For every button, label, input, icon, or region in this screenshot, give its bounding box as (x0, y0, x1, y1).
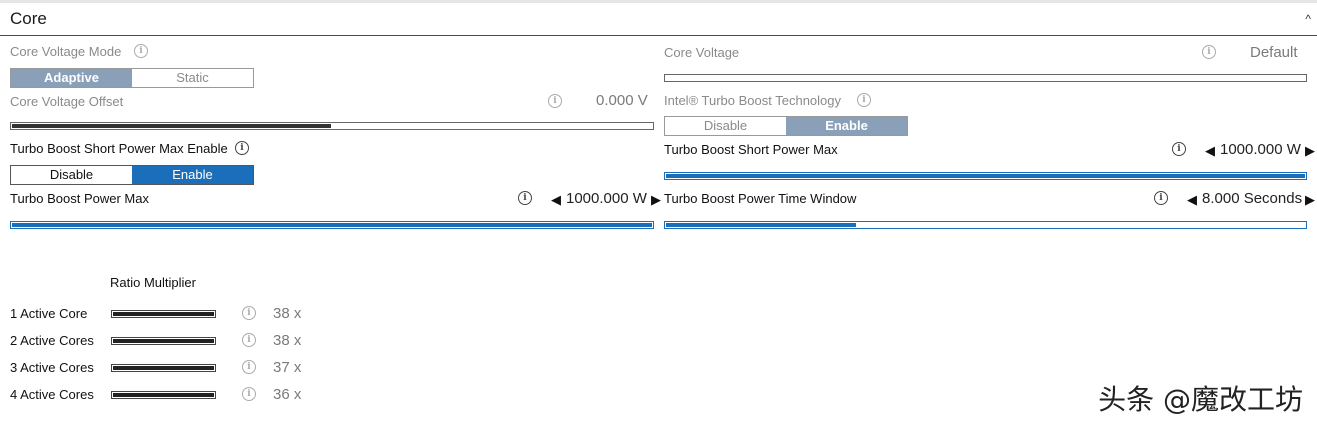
option-disable[interactable]: Disable (11, 166, 132, 184)
ratio-row-value: 37 x (273, 359, 302, 376)
triangle-left-icon[interactable]: ◀ (551, 192, 561, 208)
info-icon[interactable]: i (857, 93, 871, 107)
ratio-row-value: 38 x (273, 332, 302, 349)
core-voltage-offset-value: 0.000 V (596, 92, 648, 109)
tb-short-power-max-value: 1000.000 W (1220, 141, 1301, 158)
triangle-right-icon[interactable]: ▶ (1305, 143, 1315, 159)
slider-fill (113, 312, 214, 316)
option-enable[interactable]: Enable (786, 117, 907, 135)
turbo-boost-tech-toggle[interactable]: Disable Enable (664, 116, 908, 136)
ratio-row-value: 38 x (273, 305, 302, 322)
section-title: Core (10, 9, 47, 28)
info-icon[interactable]: i (134, 44, 148, 58)
option-disable[interactable]: Disable (665, 117, 786, 135)
section-header[interactable]: Core ^ (0, 3, 1317, 36)
info-icon[interactable]: i (518, 191, 532, 205)
option-enable[interactable]: Enable (132, 166, 253, 184)
tb-time-window-slider[interactable] (664, 221, 1307, 229)
ratio-slider[interactable] (111, 337, 216, 345)
slider-fill (12, 124, 331, 128)
tb-short-enable-toggle[interactable]: Disable Enable (10, 165, 254, 185)
info-icon[interactable]: i (235, 141, 249, 155)
ratio-multiplier-heading: Ratio Multiplier (110, 275, 196, 290)
chevron-up-icon[interactable]: ^ (1305, 12, 1311, 26)
info-icon[interactable]: i (242, 333, 256, 347)
slider-fill (113, 393, 214, 397)
info-icon[interactable]: i (242, 306, 256, 320)
ratio-row-label: 4 Active Cores (10, 387, 94, 402)
tb-power-max-label: Turbo Boost Power Max (10, 191, 149, 206)
watermark: 头条 @魔改工坊 (1098, 383, 1303, 416)
tb-short-power-max-label: Turbo Boost Short Power Max (664, 142, 838, 157)
core-voltage-value: Default (1250, 44, 1298, 61)
ratio-slider[interactable] (111, 310, 216, 318)
tb-short-enable-label: Turbo Boost Short Power Max Enable (10, 141, 228, 156)
triangle-right-icon[interactable]: ▶ (651, 192, 661, 208)
slider-fill (12, 223, 652, 227)
ratio-row-label: 2 Active Cores (10, 333, 94, 348)
tb-short-power-max-slider[interactable] (664, 172, 1307, 180)
core-voltage-offset-slider[interactable] (10, 122, 654, 130)
info-icon[interactable]: i (548, 94, 562, 108)
core-voltage-mode-label: Core Voltage Mode (10, 44, 122, 59)
core-voltage-mode-toggle[interactable]: Adaptive Static (10, 68, 254, 88)
tb-time-window-value: 8.000 Seconds (1202, 190, 1303, 207)
triangle-left-icon[interactable]: ◀ (1187, 192, 1197, 208)
slider-fill (666, 223, 857, 227)
option-adaptive[interactable]: Adaptive (11, 69, 132, 87)
ratio-row-value: 36 x (273, 386, 302, 403)
option-static[interactable]: Static (132, 69, 253, 87)
core-voltage-label: Core Voltage (664, 45, 740, 60)
ratio-row-label: 3 Active Cores (10, 360, 94, 375)
ratio-slider[interactable] (111, 391, 216, 399)
tb-time-window-label: Turbo Boost Power Time Window (664, 191, 857, 206)
triangle-right-icon[interactable]: ▶ (1305, 192, 1315, 208)
tb-power-max-value: 1000.000 W (566, 190, 647, 207)
slider-fill (666, 174, 1305, 178)
turbo-boost-tech-label: Intel® Turbo Boost Technology (664, 93, 842, 108)
ratio-slider[interactable] (111, 364, 216, 372)
info-icon[interactable]: i (242, 360, 256, 374)
core-voltage-offset-label: Core Voltage Offset (10, 94, 124, 109)
info-icon[interactable]: i (1172, 142, 1186, 156)
core-voltage-slider[interactable] (664, 74, 1307, 82)
info-icon[interactable]: i (1202, 45, 1216, 59)
ratio-row-label: 1 Active Core (10, 306, 88, 321)
triangle-left-icon[interactable]: ◀ (1205, 143, 1215, 159)
info-icon[interactable]: i (242, 387, 256, 401)
info-icon[interactable]: i (1154, 191, 1168, 205)
slider-fill (113, 366, 214, 370)
tb-power-max-slider[interactable] (10, 221, 654, 229)
slider-fill (113, 339, 214, 343)
